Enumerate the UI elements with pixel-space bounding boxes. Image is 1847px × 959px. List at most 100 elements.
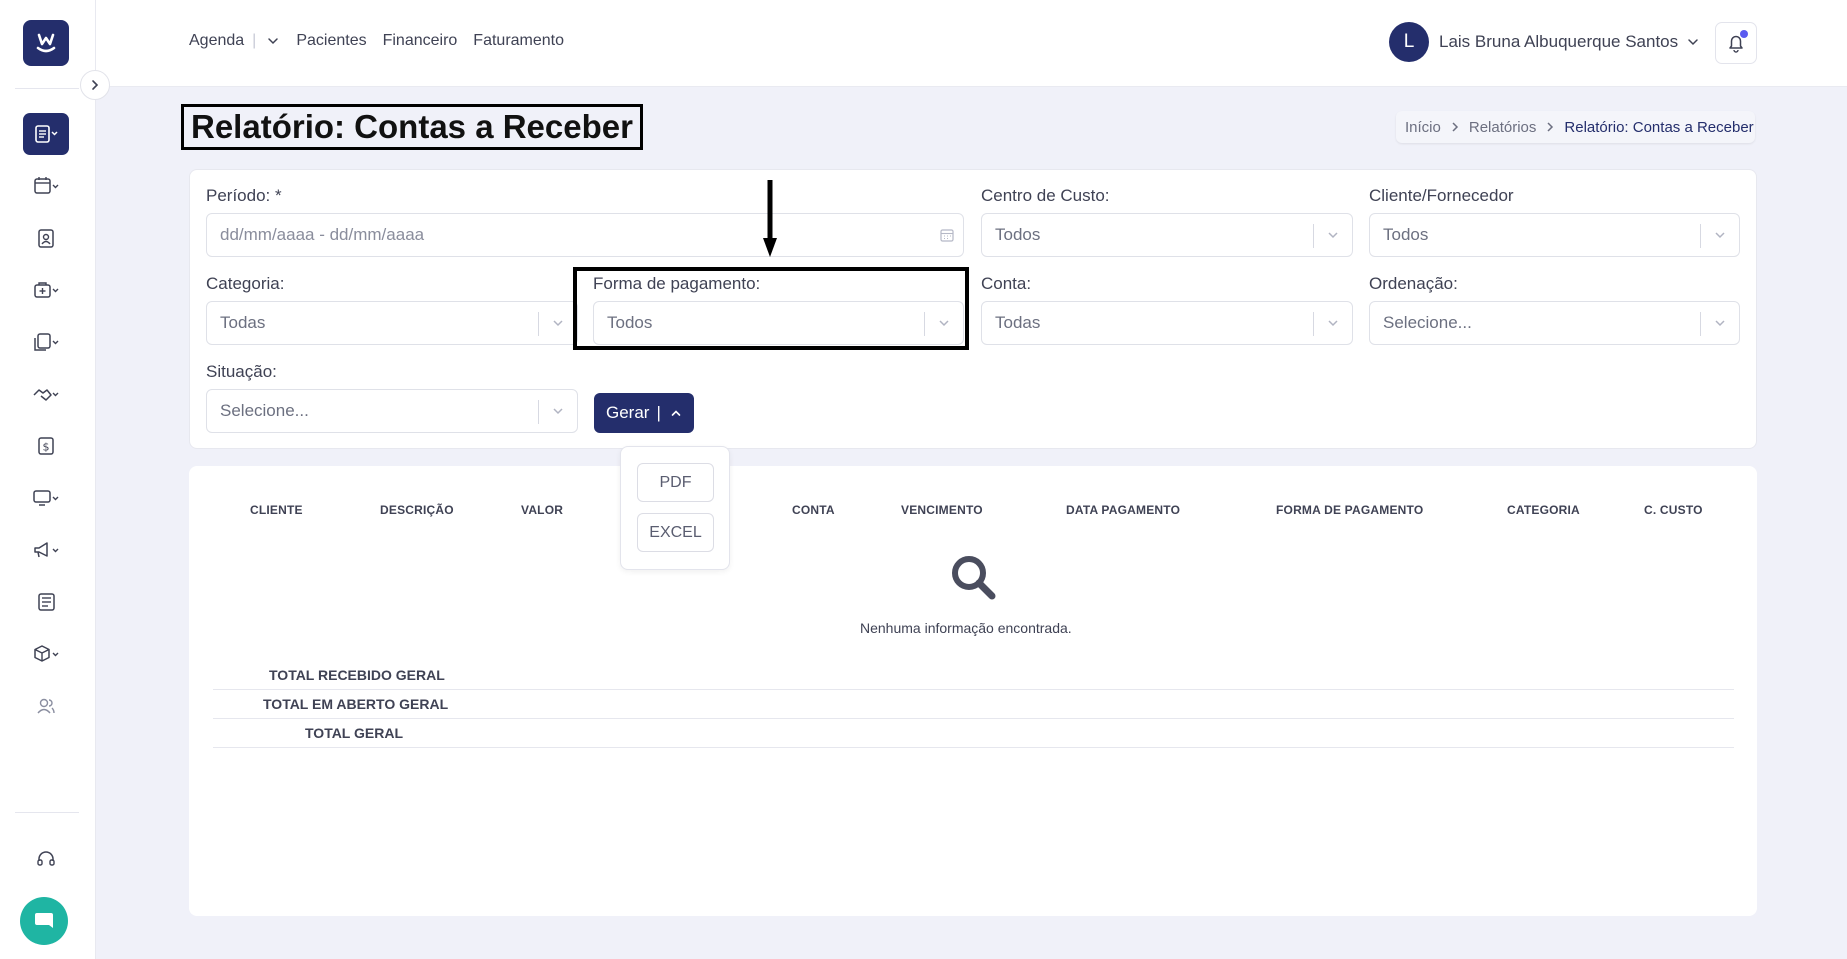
nav-item-agenda[interactable]: Agenda: [189, 32, 244, 50]
situacao-label: Situação:: [206, 362, 277, 381]
total-aberto-label: TOTAL EM ABERTO GERAL: [263, 696, 449, 712]
gerar-button-label: Gerar: [606, 403, 650, 422]
brand-logo-icon: [36, 33, 56, 53]
chat-icon: [35, 913, 53, 928]
sidebar-item-partners[interactable]: [23, 373, 69, 415]
chevron-down-icon: [939, 320, 949, 327]
column-header-forma-pagamento[interactable]: FORMA DE PAGAMENTO: [1276, 503, 1423, 517]
sidebar-item-medical[interactable]: [23, 269, 69, 311]
sidebar-item-documents[interactable]: [23, 321, 69, 363]
column-header-conta[interactable]: CONTA: [792, 503, 835, 517]
sidebar-item-monitor[interactable]: [23, 477, 69, 519]
export-excel-option[interactable]: EXCEL: [637, 513, 714, 552]
user-name: Lais Bruna Albuquerque Santos: [1439, 32, 1679, 51]
newspaper-icon: [38, 593, 55, 611]
chevron-down-icon[interactable]: [266, 34, 280, 48]
periodo-placeholder: dd/mm/aaaa - dd/mm/aaaa: [220, 225, 425, 244]
total-row: TOTAL RECEBIDO GERAL: [213, 661, 1734, 690]
search-icon: [952, 556, 996, 600]
patient-badge-icon: [38, 229, 54, 248]
nav-item-faturamento[interactable]: Faturamento: [473, 32, 564, 50]
column-header-c-custo[interactable]: C. CUSTO: [1644, 503, 1703, 517]
sidebar-item-patients[interactable]: [23, 217, 69, 259]
chat-button[interactable]: [20, 897, 68, 945]
sidebar-item-users[interactable]: [23, 685, 69, 727]
forma-pagamento-select[interactable]: Todos: [593, 301, 964, 345]
centro-custo-label: Centro de Custo:: [981, 186, 1110, 205]
forma-pagamento-value: Todos: [607, 313, 653, 332]
megaphone-icon: [34, 542, 59, 558]
export-pdf-option[interactable]: PDF: [637, 463, 714, 502]
column-header-vencimento[interactable]: VENCIMENTO: [901, 503, 983, 517]
button-separator: |: [656, 403, 661, 422]
chevron-down-icon: [1715, 232, 1725, 239]
breadcrumb-item-inicio[interactable]: Início: [1405, 119, 1441, 136]
gerar-button[interactable]: Gerar |: [594, 393, 694, 433]
centro-custo-select[interactable]: Todos: [981, 213, 1353, 257]
user-menu[interactable]: L Lais Bruna Albuquerque Santos: [1389, 22, 1700, 62]
chevron-up-icon: [671, 410, 681, 416]
users-icon: [37, 698, 55, 714]
chevron-down-icon: [1328, 320, 1338, 327]
categoria-value: Todas: [220, 313, 266, 332]
total-row: TOTAL EM ABERTO GERAL: [213, 690, 1734, 719]
documents-icon: [34, 333, 59, 351]
total-row: TOTAL GERAL: [213, 719, 1734, 748]
categoria-select[interactable]: Todas: [206, 301, 578, 345]
chevron-down-icon: [1328, 232, 1338, 239]
main-nav: Agenda | Pacientes Financeiro Faturament…: [189, 32, 564, 50]
sidebar-item-calendar[interactable]: [23, 165, 69, 207]
situacao-select[interactable]: Selecione...: [206, 389, 578, 433]
headset-icon: [37, 851, 55, 866]
chevron-right-icon: [1452, 122, 1458, 132]
medical-case-icon: [34, 282, 59, 298]
calendar-icon: [940, 229, 954, 242]
nav-separator: |: [252, 32, 257, 49]
arrow-down-icon: [763, 180, 777, 257]
sidebar-item-marketing[interactable]: [23, 529, 69, 571]
breadcrumb-item-relatorios[interactable]: Relatórios: [1469, 119, 1537, 136]
periodo-date-range-input[interactable]: dd/mm/aaaa - dd/mm/aaaa: [206, 213, 964, 257]
conta-select[interactable]: Todas: [981, 301, 1353, 345]
select-separator: [538, 312, 539, 336]
select-separator: [924, 312, 925, 336]
cliente-fornecedor-select[interactable]: Todos: [1369, 213, 1740, 257]
sidebar-item-support[interactable]: [23, 838, 69, 880]
chevron-right-icon: [1547, 122, 1554, 132]
ordenacao-value: Selecione...: [1383, 313, 1472, 332]
categoria-label: Categoria:: [206, 274, 285, 293]
notifications-button[interactable]: [1715, 22, 1757, 64]
breadcrumb: Início Relatórios Relatório: Contas a Re…: [1396, 111, 1755, 143]
chevron-down-icon: [553, 408, 563, 415]
forma-pagamento-label: Forma de pagamento:: [593, 274, 761, 293]
periodo-label: Período: *: [206, 186, 282, 205]
breadcrumb-item-current: Relatório: Contas a Receber: [1564, 118, 1754, 136]
sidebar-collapse-button[interactable]: [80, 70, 110, 100]
sidebar-item-reports[interactable]: [23, 113, 69, 155]
dollar-icon: $: [38, 437, 54, 455]
conta-value: Todas: [995, 313, 1041, 332]
total-geral-label: TOTAL GERAL: [305, 725, 403, 741]
chevron-down-icon: [1715, 320, 1725, 327]
sidebar-divider: [15, 88, 79, 89]
ordenacao-select[interactable]: Selecione...: [1369, 301, 1740, 345]
top-bar: Agenda | Pacientes Financeiro Faturament…: [96, 0, 1847, 87]
select-separator: [1313, 312, 1314, 336]
sidebar-divider: [15, 812, 79, 813]
column-header-categoria[interactable]: CATEGORIA: [1507, 503, 1580, 517]
handshake-icon: [33, 389, 59, 401]
nav-item-pacientes[interactable]: Pacientes: [296, 32, 366, 50]
brand-logo[interactable]: [23, 20, 69, 66]
select-separator: [1313, 224, 1314, 248]
sidebar-item-financial[interactable]: $: [23, 425, 69, 467]
select-separator: [1700, 312, 1701, 336]
sidebar: $: [0, 0, 96, 959]
sidebar-item-news[interactable]: [23, 581, 69, 623]
column-header-descricao[interactable]: DESCRIÇÃO: [380, 503, 454, 517]
conta-label: Conta:: [981, 274, 1032, 293]
nav-item-financeiro[interactable]: Financeiro: [383, 32, 458, 50]
sidebar-item-inventory[interactable]: [23, 633, 69, 675]
column-header-valor[interactable]: VALOR: [521, 503, 563, 517]
column-header-cliente[interactable]: CLIENTE: [250, 503, 303, 517]
column-header-data-pagamento[interactable]: DATA PAGAMENTO: [1066, 503, 1180, 517]
